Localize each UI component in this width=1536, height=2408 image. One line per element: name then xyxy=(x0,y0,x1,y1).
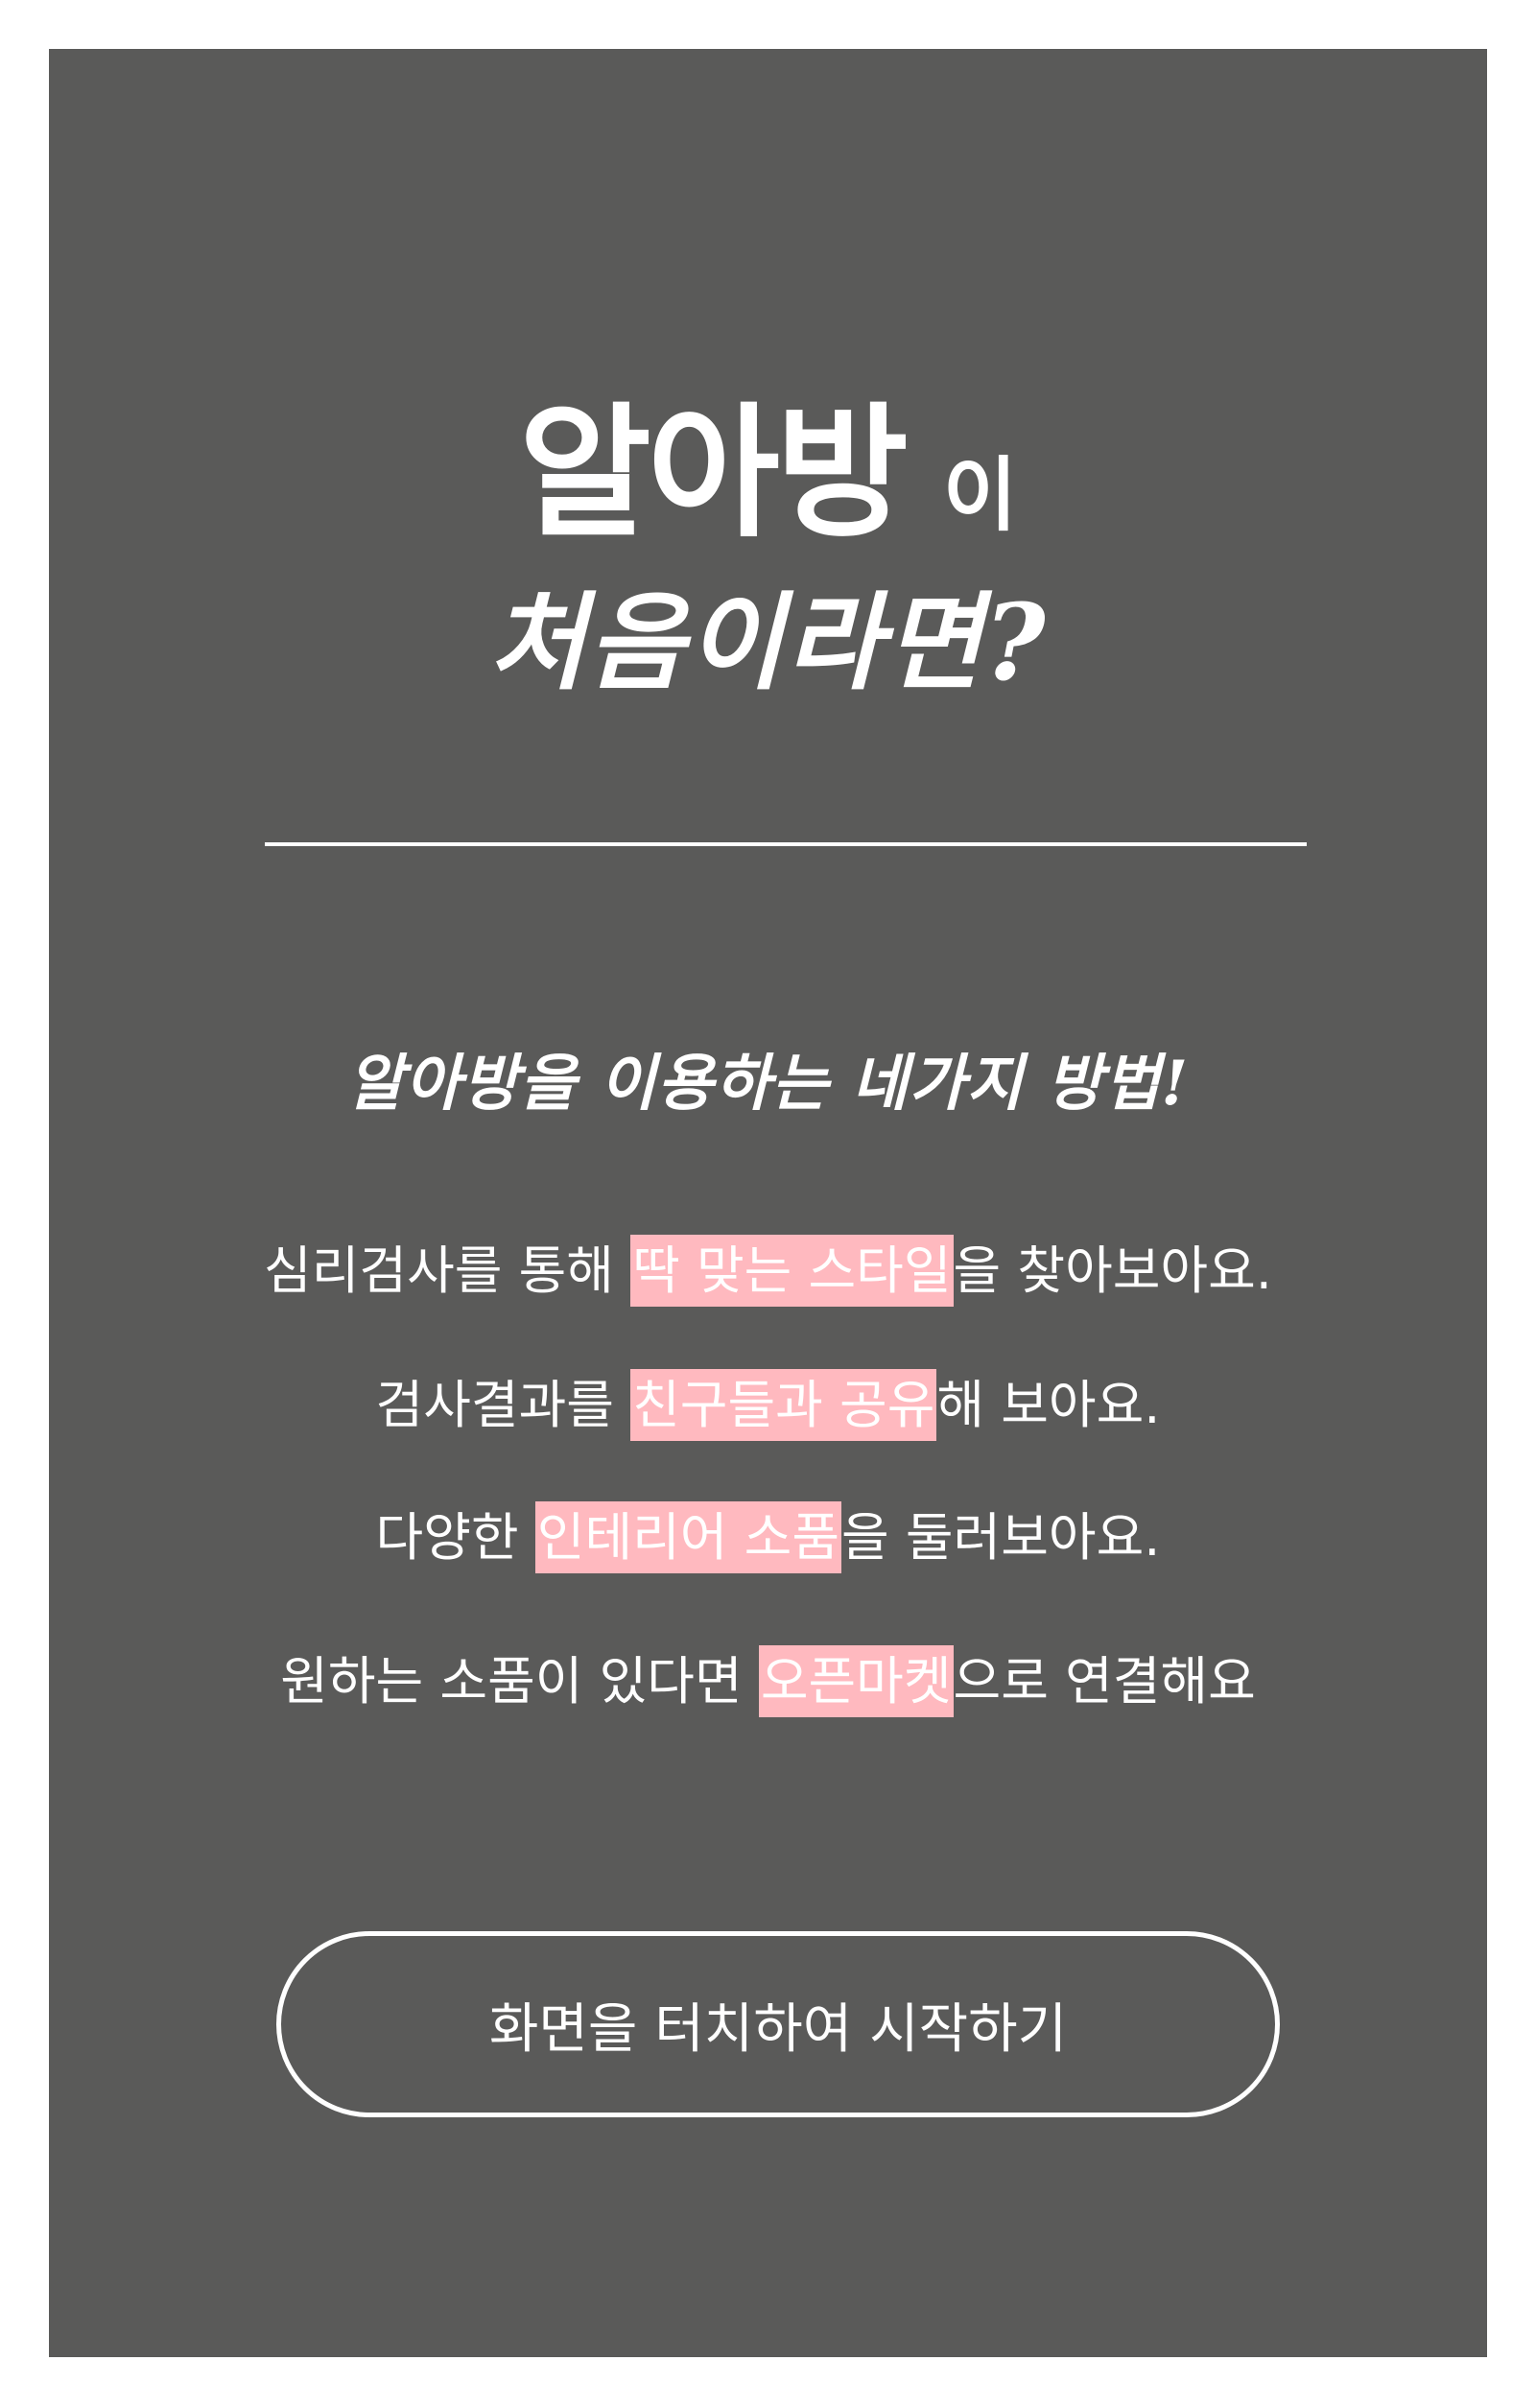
feature-text: 을 찾아보아요. xyxy=(953,1240,1272,1301)
feature-text: 으로 연결해요 xyxy=(953,1651,1256,1712)
page-title-line2: 처음이라면? xyxy=(488,580,1048,704)
feature-line-browse-items: 다양한 인테리어 소품을 둘러보아요. xyxy=(0,1495,1536,1573)
start-button-label: 화면을 터치하여 시작하기 xyxy=(488,1997,1068,2061)
feature-highlight: 친구들과 공유 xyxy=(630,1369,937,1441)
feature-text: 해 보아요. xyxy=(936,1375,1161,1435)
divider xyxy=(265,842,1307,846)
page-title: 알아방 이 xyxy=(0,357,1536,565)
feature-text: 다양한 xyxy=(375,1507,535,1568)
feature-highlight: 오픈마켓 xyxy=(758,1645,954,1717)
feature-text: 검사결과를 xyxy=(375,1375,631,1435)
brand-name: 알아방 xyxy=(518,390,909,557)
feature-highlight: 인테리어 소품 xyxy=(534,1501,842,1573)
feature-text: 원하는 소품이 있다면 xyxy=(280,1651,759,1712)
feature-line-share-results: 검사결과를 친구들과 공유해 보아요. xyxy=(0,1362,1536,1441)
feature-text: 을 둘러보아요. xyxy=(841,1507,1161,1568)
feature-line-personality-test: 심리검사를 통해 딱 맞는 스타일을 찾아보아요. xyxy=(0,1228,1536,1307)
feature-highlight: 딱 맞는 스타일 xyxy=(630,1235,954,1307)
section-subtitle: 알아방을 이용하는 네가지 방법! xyxy=(346,1048,1190,1120)
start-button[interactable]: 화면을 터치하여 시작하기 xyxy=(276,1931,1280,2117)
feature-line-open-market: 원하는 소품이 있다면 오픈마켓으로 연결해요 xyxy=(0,1639,1536,1717)
brand-suffix: 이 xyxy=(942,448,1018,542)
feature-text: 심리검사를 통해 xyxy=(264,1240,631,1301)
